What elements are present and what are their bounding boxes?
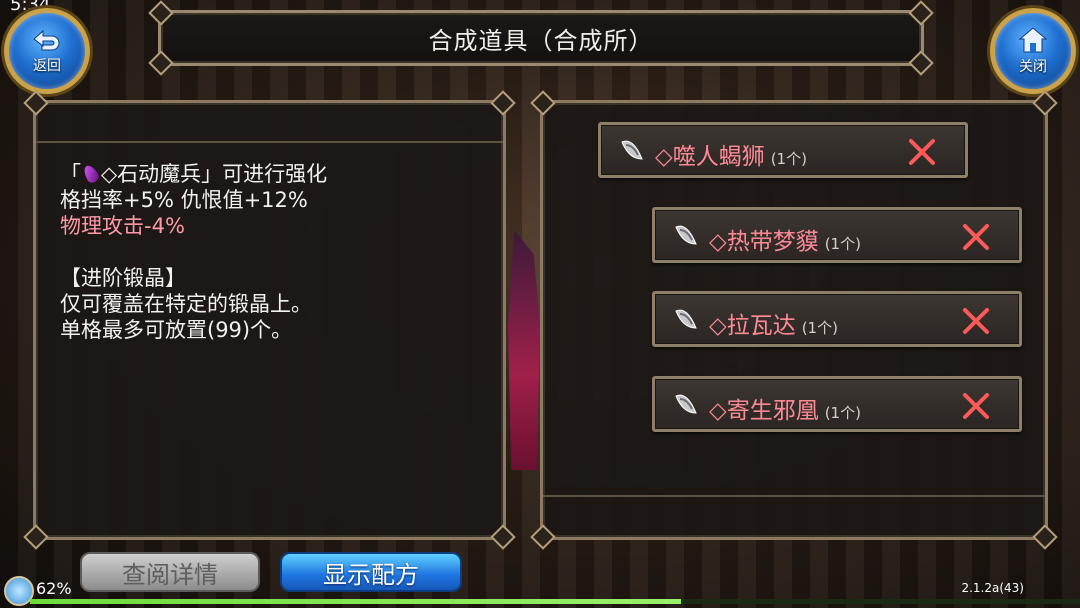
- remove-x-icon[interactable]: [961, 391, 991, 421]
- crystal-icon: [675, 225, 697, 245]
- close-button-label: 关闭: [1019, 59, 1047, 75]
- back-button-label: 返回: [33, 58, 61, 74]
- material-name: ◇拉瓦达 (1个): [709, 313, 838, 339]
- material-count: (1个): [824, 235, 861, 253]
- back-arrow-icon: [33, 29, 60, 51]
- show-recipe-button[interactable]: 显示配方: [280, 552, 462, 592]
- material-slot-4[interactable]: ◇寄生邪凰 (1个): [652, 376, 1022, 432]
- crystal-icon: [675, 394, 697, 414]
- item-type: 【进阶锻晶】: [60, 266, 186, 290]
- material-slot-2[interactable]: ◇热带梦貘 (1个): [652, 207, 1022, 263]
- material-name: ◇热带梦貘 (1个): [709, 229, 861, 255]
- material-count: (1个): [801, 319, 838, 337]
- quote-open: 「: [60, 162, 81, 186]
- back-button[interactable]: 返回: [4, 8, 90, 94]
- page-title: 合成道具（合成所）: [428, 26, 654, 55]
- material-name: ◇噬人蝎狮 (1个): [655, 144, 807, 170]
- material-name: ◇寄生邪凰 (1个): [709, 398, 861, 424]
- title-bar: 合成道具（合成所）: [148, 0, 934, 76]
- stat-positive: 格挡率+5% 仇恨值+12%: [60, 188, 308, 212]
- material-count: (1个): [770, 150, 807, 168]
- crystal-icon: [675, 309, 697, 329]
- close-button[interactable]: 关闭: [990, 8, 1076, 94]
- item-title-line: 「 ◇石动魔兵」可进行强化: [60, 161, 489, 187]
- remove-x-icon[interactable]: [907, 137, 937, 167]
- item-info-panel: 「 ◇石动魔兵」可进行强化 格挡率+5% 仇恨值+12% 物理攻击-4% 【进阶锻…: [23, 90, 516, 550]
- home-icon: [1018, 27, 1048, 53]
- stat-negative: 物理攻击-4%: [60, 214, 185, 238]
- panel-divider: [36, 141, 503, 143]
- item-stack-note: 单格最多可放置(99)个。: [60, 318, 293, 342]
- remove-x-icon[interactable]: [961, 222, 991, 252]
- view-details-button[interactable]: 查阅详情: [80, 552, 260, 592]
- version-label: 2.1.2a(43): [961, 581, 1024, 595]
- material-slot-1[interactable]: ◇噬人蝎狮 (1个): [598, 122, 968, 178]
- panel-divider: [543, 495, 1045, 497]
- crystal-icon: [621, 140, 643, 160]
- battery-percent: 62%: [36, 579, 72, 598]
- item-description: 「 ◇石动魔兵」可进行强化 格挡率+5% 仇恨值+12% 物理攻击-4% 【进阶锻…: [60, 161, 489, 343]
- item-note: 仅可覆盖在特定的锻晶上。: [60, 292, 312, 316]
- material-count: (1个): [824, 404, 861, 422]
- item-title: ◇石动魔兵」可进行强化: [101, 162, 328, 186]
- material-slot-3[interactable]: ◇拉瓦达 (1个): [652, 291, 1022, 347]
- gem-icon: [81, 163, 101, 185]
- exp-bar-fill: [30, 599, 681, 604]
- remove-x-icon[interactable]: [961, 306, 991, 336]
- exp-bar: [30, 599, 1080, 604]
